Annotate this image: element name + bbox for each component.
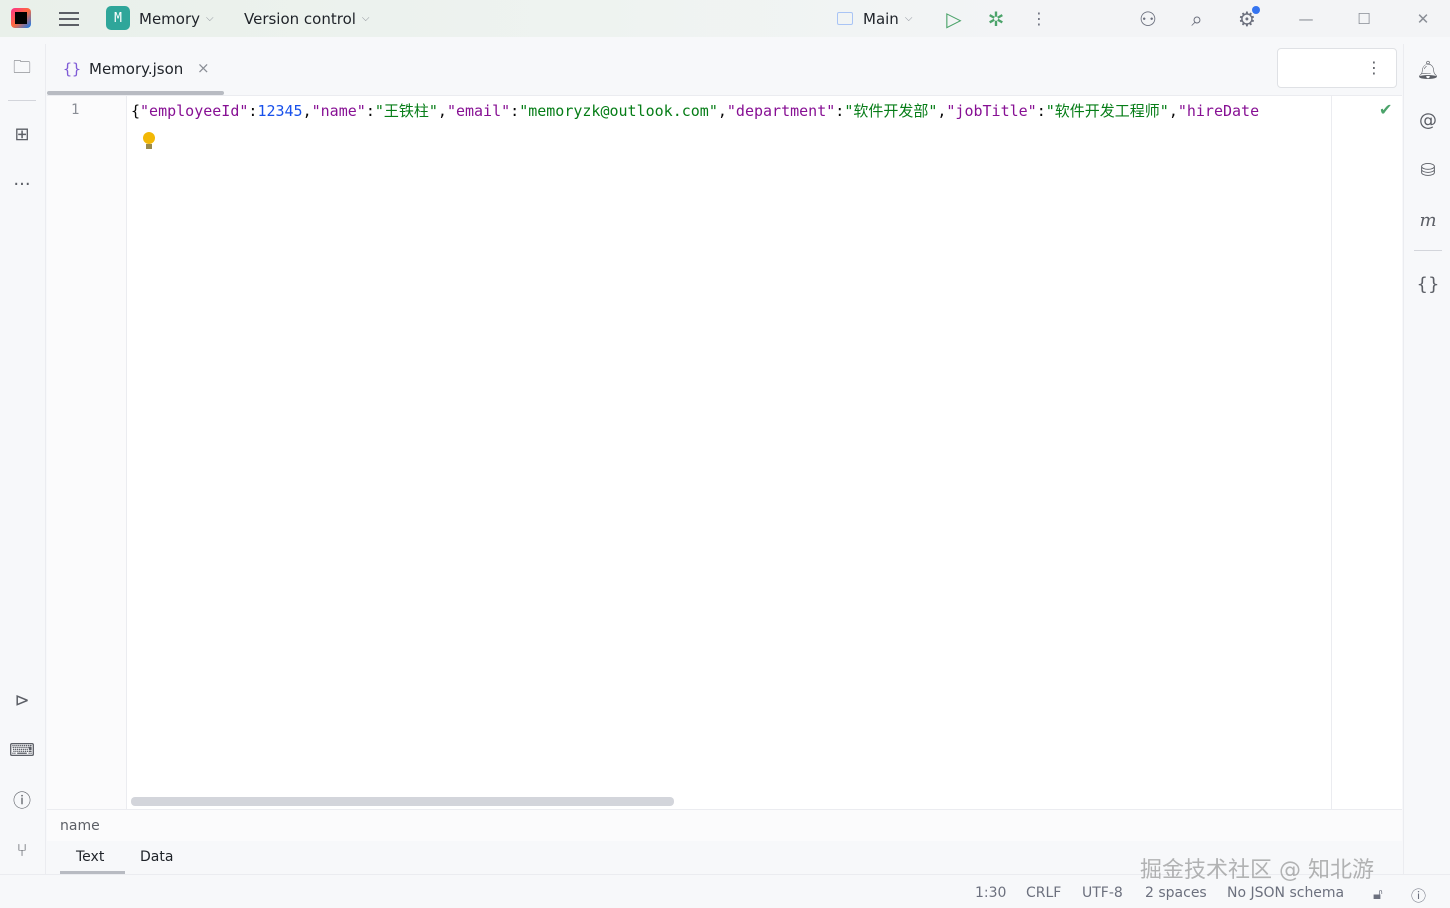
inspection-ok-icon[interactable]: ✔ (1379, 100, 1392, 119)
settings-gear-icon[interactable]: ⚙ (1232, 0, 1262, 37)
maven-icon[interactable]: m (1414, 206, 1442, 234)
code-token: , (1168, 102, 1178, 120)
run-config-name: Main (863, 9, 899, 28)
tab-label: Memory.json (89, 60, 184, 78)
structure-icon[interactable]: ⊞ (8, 120, 36, 148)
code-token: , (717, 102, 727, 120)
tab-text[interactable]: Text (76, 849, 104, 865)
debug-icon[interactable]: ✲ (981, 0, 1011, 37)
git-icon[interactable]: ⑂ (8, 836, 36, 864)
breadcrumb: name (47, 809, 1402, 841)
search-icon[interactable]: ⌕ (1182, 0, 1212, 37)
code-line[interactable]: {"employeeId":12345,"name":"王铁柱","email"… (131, 100, 1291, 121)
code-token: { (131, 102, 141, 120)
ai-assistant-icon[interactable]: @ (1414, 106, 1442, 134)
code-token: : (835, 102, 845, 120)
maximize-icon[interactable]: ☐ (1349, 0, 1379, 37)
strip-divider (8, 100, 36, 101)
project-name: Memory (139, 9, 201, 28)
indent-setting[interactable]: 2 spaces (1145, 885, 1207, 901)
code-token: , (437, 102, 447, 120)
tab-actions-box[interactable]: ⋮ (1277, 48, 1397, 88)
line-separator[interactable]: CRLF (1026, 885, 1061, 901)
code-token: "department" (726, 102, 836, 120)
more-tools-icon[interactable]: ··· (8, 170, 36, 198)
code-token: : (1036, 102, 1046, 120)
code-token: "王铁柱" (374, 102, 438, 120)
add-user-icon[interactable]: ⚇ (1133, 0, 1163, 37)
tab-data[interactable]: Data (140, 849, 173, 865)
chevron-down-icon: ⌵ (361, 13, 370, 24)
tab-memory-json[interactable]: {} Memory.json × (47, 44, 224, 96)
project-badge[interactable]: M (106, 6, 130, 30)
close-window-icon[interactable]: ✕ (1408, 0, 1438, 37)
more-actions-icon[interactable]: ⋮ (1024, 0, 1054, 37)
code-token: "email" (446, 102, 511, 120)
left-tool-strip: 🗀 ⊞ ··· ⊳ ⌨ ⓘ ⑂ (0, 44, 46, 874)
main-menu-icon[interactable] (59, 0, 79, 37)
run-config-selector[interactable]: Main ⌵ (837, 0, 912, 37)
code-token: "memoryzk@outlook.com" (519, 102, 718, 120)
json-schema[interactable]: No JSON schema (1227, 885, 1344, 901)
code-token: , (302, 102, 312, 120)
code-token: "name" (311, 102, 366, 120)
breadcrumb-item[interactable]: name (60, 818, 100, 834)
code-token: "jobTitle" (946, 102, 1037, 120)
code-token: : (510, 102, 520, 120)
code-token: "软件开发部" (844, 102, 938, 120)
run-icon[interactable]: ▷ (939, 0, 969, 37)
editor-tab-bar: {} Memory.json × ⋮ (47, 44, 1402, 96)
chevron-down-icon: ⌵ (904, 13, 913, 24)
horizontal-scrollbar[interactable] (131, 797, 674, 806)
code-token: "employeeId" (140, 102, 249, 120)
chevron-down-icon: ⌵ (206, 13, 214, 24)
intellij-logo-icon[interactable] (11, 8, 31, 28)
json-file-icon: {} (63, 60, 82, 78)
services-icon[interactable]: ⊳ (8, 686, 36, 714)
lightbulb-icon[interactable] (143, 132, 155, 149)
problems-status-icon[interactable]: ⓘ (1411, 885, 1426, 906)
update-dot (1252, 6, 1260, 14)
minimize-icon[interactable]: — (1291, 0, 1321, 37)
vcs-selector[interactable]: Version control ⌵ (244, 0, 370, 37)
right-tool-strip: 🔔︎ @ ⛁ m {} (1403, 44, 1450, 874)
code-token: : (365, 102, 375, 120)
terminal-icon[interactable]: ⌨ (8, 736, 36, 764)
file-encoding[interactable]: UTF-8 (1082, 885, 1123, 901)
line-gutter: 1 (47, 96, 127, 809)
cursor-position[interactable]: 1:30 (975, 885, 1006, 901)
strip-divider (1414, 250, 1442, 251)
right-margin-guide (1331, 96, 1332, 809)
lock-icon[interactable]: 🔓︎ (1373, 885, 1383, 903)
active-tab-indicator (47, 91, 224, 95)
database-icon[interactable]: ⛁ (1414, 156, 1442, 184)
run-config-icon (837, 12, 853, 25)
project-selector[interactable]: Memory ⌵ (139, 0, 214, 37)
code-token: "hireDate (1177, 102, 1260, 120)
code-token: 12345 (257, 102, 303, 120)
problems-icon[interactable]: ⓘ (8, 786, 36, 814)
vcs-label: Version control (244, 9, 356, 28)
watermark: 掘金技术社区 @ 知北游 (1140, 858, 1374, 883)
code-token: "软件开发工程师" (1045, 102, 1169, 120)
close-tab-icon[interactable]: × (197, 59, 210, 77)
notifications-bell-icon[interactable]: 🔔︎ (1414, 56, 1442, 84)
line-number: 1 (71, 102, 80, 118)
json-helper-icon[interactable]: {} (1414, 270, 1442, 298)
title-bar: M Memory ⌵ Version control ⌵ Main ⌵ ▷ ✲ … (0, 0, 1450, 37)
more-vertical-icon[interactable]: ⋮ (1366, 58, 1382, 77)
code-editor[interactable]: 1 {"employeeId":12345,"name":"王铁柱","emai… (47, 96, 1402, 809)
project-folder-icon[interactable]: 🗀 (8, 56, 36, 84)
